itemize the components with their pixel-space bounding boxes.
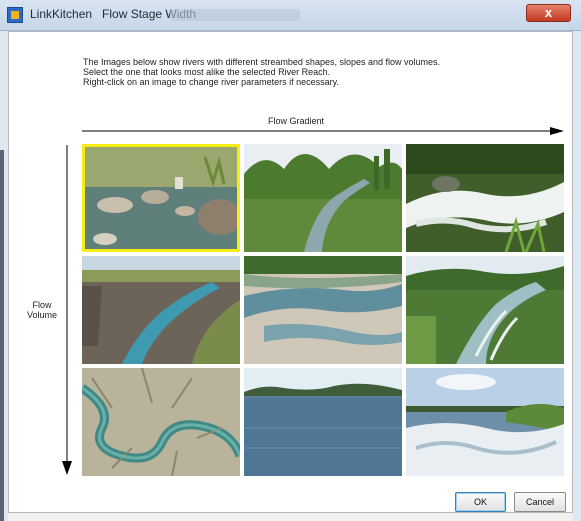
instructions-text: The Images below show rivers with differ… xyxy=(83,57,440,87)
river-image-rocky-stream[interactable] xyxy=(82,144,240,252)
left-frame-shadow xyxy=(0,150,4,521)
dialog-window: LinkKitchen Flow Stage Width x The Images… xyxy=(0,0,581,521)
cancel-button[interactable]: Cancel xyxy=(514,492,566,512)
ok-button[interactable]: OK xyxy=(455,492,506,512)
flow-gradient-label: Flow Gradient xyxy=(268,116,325,126)
flow-gradient-arrow xyxy=(82,127,564,135)
river-image-braided-river[interactable] xyxy=(244,256,402,364)
flow-volume-label-line2: Volume xyxy=(26,310,58,320)
instruction-line: Select the one that looks most alike the… xyxy=(83,67,331,77)
river-image-wide-river[interactable] xyxy=(244,368,402,476)
app-name: LinkKitchen xyxy=(30,7,93,21)
flow-volume-label-line1: Flow xyxy=(32,300,52,310)
flow-volume-label: Flow Volume xyxy=(18,300,66,320)
right-frame xyxy=(573,31,581,521)
close-button[interactable]: x xyxy=(526,4,571,22)
instruction-line: The Images below show rivers with differ… xyxy=(83,57,441,67)
river-image-meander-delta[interactable] xyxy=(82,368,240,476)
instruction-line: Right-click on an image to change river … xyxy=(83,77,339,87)
river-image-wooded-river[interactable] xyxy=(244,144,402,252)
river-image-big-rapids[interactable] xyxy=(406,368,564,476)
title-blurred-area xyxy=(170,9,300,21)
river-image-rapid-river[interactable] xyxy=(406,256,564,364)
title-bar[interactable]: LinkKitchen Flow Stage Width x xyxy=(0,0,581,31)
river-image-cascade[interactable] xyxy=(406,144,564,252)
river-image-gorge[interactable] xyxy=(82,256,240,364)
app-logo-icon xyxy=(7,7,23,23)
